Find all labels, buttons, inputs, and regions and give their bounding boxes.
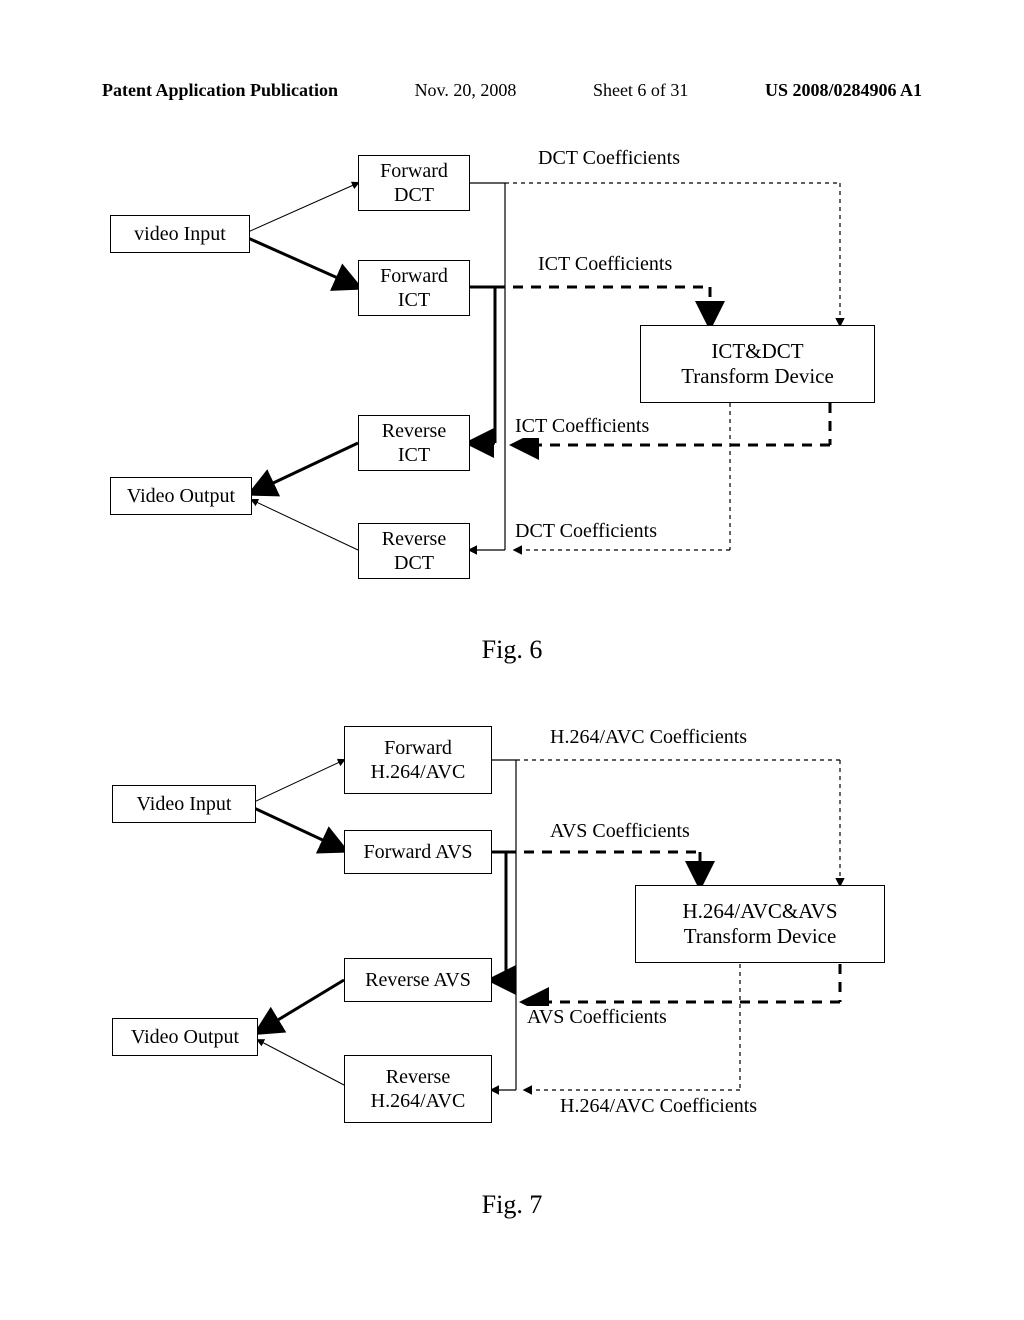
forward-dct-box: Forward DCT bbox=[358, 155, 470, 211]
sheet-label: Sheet 6 of 31 bbox=[593, 80, 688, 101]
h264-coef-top-label: H.264/AVC Coefficients bbox=[550, 726, 747, 749]
avs-coef-bot-label: AVS Coefficients bbox=[527, 1006, 667, 1029]
reverse-h264-line1: Reverse bbox=[386, 1065, 450, 1089]
video-input-text-2: Video Input bbox=[137, 792, 232, 816]
reverse-ict-box: Reverse ICT bbox=[358, 415, 470, 471]
forward-ict-box: Forward ICT bbox=[358, 260, 470, 316]
reverse-ict-line1: Reverse bbox=[382, 419, 446, 443]
forward-avs-box: Forward AVS bbox=[344, 830, 492, 874]
video-output-text-2: Video Output bbox=[131, 1025, 239, 1049]
forward-ict-line2: ICT bbox=[398, 288, 430, 312]
reverse-avs-text: Reverse AVS bbox=[365, 968, 471, 992]
video-input-text: video Input bbox=[134, 222, 226, 246]
h264-coef-bot-label: H.264/AVC Coefficients bbox=[560, 1095, 757, 1118]
h264-avs-device-line2: Transform Device bbox=[684, 924, 837, 949]
publication-label: Patent Application Publication bbox=[102, 80, 338, 101]
publication-date: Nov. 20, 2008 bbox=[415, 80, 517, 101]
h264-avs-device-line1: H.264/AVC&AVS bbox=[682, 899, 837, 924]
page-header: Patent Application Publication Nov. 20, … bbox=[0, 80, 1024, 101]
reverse-h264-line2: H.264/AVC bbox=[371, 1089, 466, 1113]
ict-coef-bot-label: ICT Coefficients bbox=[515, 415, 649, 438]
forward-ict-line1: Forward bbox=[380, 264, 448, 288]
video-output-box-2: Video Output bbox=[112, 1018, 258, 1056]
reverse-dct-box: Reverse DCT bbox=[358, 523, 470, 579]
forward-avs-text: Forward AVS bbox=[363, 840, 472, 864]
ict-dct-device-box: ICT&DCT Transform Device bbox=[640, 325, 875, 403]
reverse-ict-line2: ICT bbox=[398, 443, 430, 467]
figure-7-caption: Fig. 7 bbox=[0, 1190, 1024, 1220]
reverse-avs-box: Reverse AVS bbox=[344, 958, 492, 1002]
video-input-box: video Input bbox=[110, 215, 250, 253]
forward-h264-line2: H.264/AVC bbox=[371, 760, 466, 784]
ict-coef-top-label: ICT Coefficients bbox=[538, 253, 672, 276]
ict-dct-device-line1: ICT&DCT bbox=[711, 339, 803, 364]
reverse-dct-line1: Reverse bbox=[382, 527, 446, 551]
dct-coef-top-label: DCT Coefficients bbox=[538, 147, 680, 170]
video-input-box-2: Video Input bbox=[112, 785, 256, 823]
ict-dct-device-line2: Transform Device bbox=[681, 364, 834, 389]
forward-dct-line2: DCT bbox=[394, 183, 434, 207]
forward-h264-box: Forward H.264/AVC bbox=[344, 726, 492, 794]
dct-coef-bot-label: DCT Coefficients bbox=[515, 520, 657, 543]
figure-6-caption: Fig. 6 bbox=[0, 635, 1024, 665]
avs-coef-top-label: AVS Coefficients bbox=[550, 820, 690, 843]
figure-7: Video Input Video Output Forward H.264/A… bbox=[100, 720, 920, 1130]
publication-number: US 2008/0284906 A1 bbox=[765, 80, 922, 101]
video-output-text: Video Output bbox=[127, 484, 235, 508]
video-output-box: Video Output bbox=[110, 477, 252, 515]
forward-dct-line1: Forward bbox=[380, 159, 448, 183]
reverse-dct-line2: DCT bbox=[394, 551, 434, 575]
forward-h264-line1: Forward bbox=[384, 736, 452, 760]
figure-6: video Input Video Output Forward DCT For… bbox=[100, 145, 920, 585]
h264-avs-device-box: H.264/AVC&AVS Transform Device bbox=[635, 885, 885, 963]
reverse-h264-box: Reverse H.264/AVC bbox=[344, 1055, 492, 1123]
